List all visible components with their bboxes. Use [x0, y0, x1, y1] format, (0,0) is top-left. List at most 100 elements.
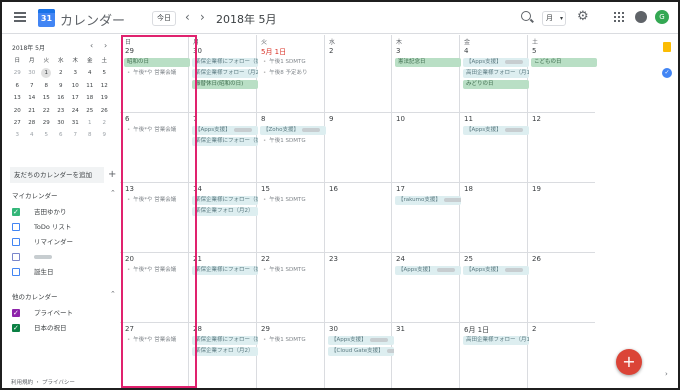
add-calendar-icon[interactable]: +: [108, 167, 116, 183]
event-chip[interactable]: 振替休日(昭和の日): [192, 80, 258, 89]
day-number[interactable]: 14: [193, 185, 202, 193]
mini-day[interactable]: 9: [54, 80, 69, 92]
mini-day[interactable]: 9: [97, 129, 112, 141]
day-number[interactable]: 6: [125, 115, 129, 123]
mini-day[interactable]: 3: [68, 67, 83, 79]
chevron-right-icon[interactable]: ›: [665, 370, 668, 378]
day-cell[interactable]: 31: [391, 322, 459, 388]
day-cell[interactable]: 8 【Zoho支援】午後1 SDMTG: [256, 112, 326, 182]
mini-day[interactable]: 2: [97, 117, 112, 129]
event-chip[interactable]: 【Apps支援】: [463, 266, 529, 275]
mini-day[interactable]: 8: [83, 129, 98, 141]
calendar-list-item[interactable]: [12, 252, 52, 262]
event-chip[interactable]: 高田企業様フォロー（月1）: [463, 336, 529, 345]
day-cell[interactable]: 17 【rakumo支援】: [391, 182, 461, 252]
mini-day[interactable]: 23: [54, 105, 69, 117]
footer-links[interactable]: 利用規約 ・ プライバシー: [11, 378, 75, 386]
day-cell[interactable]: 日29 昭和の日午後*や 営業会議: [120, 35, 190, 105]
event-chip[interactable]: 某保企業様にフォロー（提: [192, 137, 258, 146]
view-selector[interactable]: 月: [542, 11, 566, 26]
mini-day[interactable]: 4: [83, 67, 98, 79]
mini-day[interactable]: 31: [68, 117, 83, 129]
mini-next-icon[interactable]: ›: [104, 41, 107, 50]
mini-day[interactable]: 25: [83, 105, 98, 117]
day-cell[interactable]: 23: [324, 252, 392, 322]
day-cell[interactable]: 21 某保企業様にフォロー（提: [188, 252, 258, 322]
mini-day[interactable]: 7: [25, 80, 40, 92]
search-icon[interactable]: [521, 11, 531, 21]
event-chip[interactable]: 午後*や 営業会議: [124, 196, 190, 205]
mini-day[interactable]: 15: [39, 92, 54, 104]
mini-day[interactable]: 11: [83, 80, 98, 92]
event-chip[interactable]: 某保企業様にフォロー（提: [192, 336, 258, 345]
mini-day[interactable]: 5: [97, 67, 112, 79]
next-month-icon[interactable]: ›: [200, 10, 205, 24]
mini-day[interactable]: 18: [83, 92, 98, 104]
mini-day[interactable]: 29: [10, 67, 25, 79]
day-number[interactable]: 27: [125, 325, 134, 333]
day-number[interactable]: 2: [329, 47, 333, 55]
mini-day[interactable]: 5: [39, 129, 54, 141]
day-number[interactable]: 5: [532, 47, 536, 55]
day-number[interactable]: 29: [125, 47, 134, 55]
event-chip[interactable]: 【Apps支援】: [192, 126, 258, 135]
mini-day[interactable]: 2: [54, 67, 69, 79]
mini-day[interactable]: 30: [25, 67, 40, 79]
mini-day[interactable]: 1: [83, 117, 98, 129]
day-cell[interactable]: 2: [527, 322, 595, 388]
event-chip[interactable]: 某保企業様にフォロー（提: [192, 266, 258, 275]
day-cell[interactable]: 15 午後1 SDMTG: [256, 182, 324, 252]
apps-grid-icon[interactable]: [614, 12, 624, 22]
day-number[interactable]: 16: [329, 185, 338, 193]
day-number[interactable]: 3: [396, 47, 400, 55]
event-chip[interactable]: 某保企業様にフォロー（提: [192, 196, 258, 205]
previous-month-icon[interactable]: ‹: [185, 10, 190, 24]
mini-day[interactable]: 6: [54, 129, 69, 141]
event-chip[interactable]: 午後1 SDMTG: [260, 58, 326, 67]
checked-checkbox-icon[interactable]: [12, 323, 20, 333]
day-number[interactable]: 7: [193, 115, 197, 123]
day-cell[interactable]: 14 某保企業様にフォロー（提 某保企業フォロ（月2）: [188, 182, 258, 252]
day-cell[interactable]: 月 30 某保企業様にフォロー（提 某保企業様フォロー（月2） 振替休日(昭和の日): [188, 35, 258, 105]
event-chip[interactable]: みどりの日: [463, 80, 529, 89]
my-calendars-title[interactable]: マイカレンダー: [12, 190, 58, 200]
day-number[interactable]: 18: [464, 185, 473, 193]
day-cell[interactable]: 金 4 【Apps支援】 高田企業様フォロー（月1） みどりの日: [459, 35, 529, 105]
day-cell[interactable]: 19: [527, 182, 595, 252]
day-number[interactable]: 10: [396, 115, 405, 123]
create-event-button[interactable]: +: [616, 349, 642, 375]
checkbox-icon[interactable]: [12, 268, 20, 276]
day-number[interactable]: 23: [329, 255, 338, 263]
other-calendars-title[interactable]: 他のカレンダー: [12, 291, 58, 301]
day-number[interactable]: 5月 1日: [261, 47, 286, 57]
event-chip[interactable]: 憲法記念日: [395, 58, 461, 67]
checkbox-icon[interactable]: [12, 223, 20, 231]
event-chip[interactable]: 【Cloud Gate支援】: [328, 347, 394, 356]
day-number[interactable]: 31: [396, 325, 405, 333]
mini-day[interactable]: 19: [97, 92, 112, 104]
checkbox-icon[interactable]: [12, 253, 20, 261]
today-button[interactable]: 今日: [152, 11, 176, 26]
tasks-icon[interactable]: ✓: [662, 68, 672, 78]
main-menu-icon[interactable]: [14, 12, 26, 22]
mini-day[interactable]: 26: [97, 105, 112, 117]
day-cell[interactable]: 11 【Apps支援】: [459, 112, 529, 182]
day-number[interactable]: 12: [532, 115, 541, 123]
notifications-icon[interactable]: [635, 11, 647, 23]
day-number[interactable]: 9: [329, 115, 333, 123]
mini-day[interactable]: 8: [39, 80, 54, 92]
day-cell[interactable]: 7 【Apps支援】 某保企業様にフォロー（提: [188, 112, 258, 182]
avatar[interactable]: G: [655, 10, 669, 24]
event-chip[interactable]: 【Apps支援】: [463, 126, 529, 135]
day-number[interactable]: 29: [261, 325, 270, 333]
day-cell[interactable]: 29 午後1 SDMTG: [256, 322, 324, 388]
day-number[interactable]: 6月 1日: [464, 325, 489, 335]
mini-day[interactable]: 20: [10, 105, 25, 117]
day-number[interactable]: 17: [396, 185, 405, 193]
keep-icon[interactable]: [663, 42, 671, 52]
day-number[interactable]: 28: [193, 325, 202, 333]
day-cell[interactable]: 13 午後*や 営業会議: [120, 182, 188, 252]
event-chip[interactable]: 【rakumo支援】: [395, 196, 461, 205]
event-chip[interactable]: 午後*や 営業会議: [124, 266, 190, 275]
day-cell[interactable]: 22 午後1 SDMTG: [256, 252, 324, 322]
